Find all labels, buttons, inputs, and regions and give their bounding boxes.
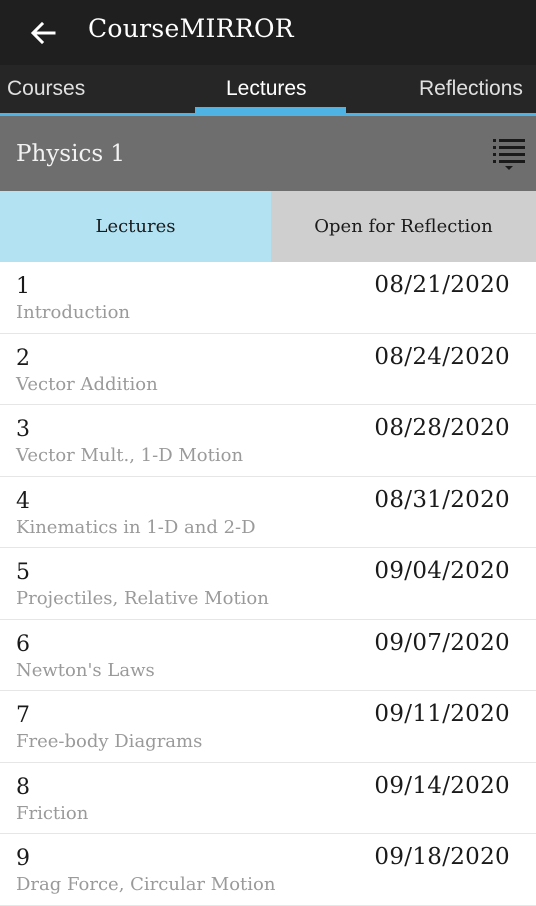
lecture-title: Projectiles, Relative Motion: [16, 588, 269, 609]
lecture-number: 3: [16, 417, 30, 442]
course-title: Physics 1: [16, 140, 126, 167]
lecture-number: 8: [16, 774, 30, 800]
lecture-date: 08/24/2020: [374, 343, 510, 370]
lecture-title: Newton's Laws: [16, 659, 155, 681]
lecture-date: 08/31/2020: [374, 486, 510, 513]
lecture-number: 1: [16, 274, 30, 299]
lecture-date: 08/28/2020: [374, 415, 510, 441]
lecture-number: 9: [16, 846, 30, 871]
list-item[interactable]: 9 09/18/2020 Drag Force, Circular Motion: [0, 834, 536, 906]
lecture-date: 09/11/2020: [374, 701, 510, 727]
list-item[interactable]: 7 09/11/2020 Free-body Diagrams: [0, 691, 536, 763]
active-tab-indicator: [195, 107, 346, 113]
app-title: CourseMIRROR: [88, 14, 294, 43]
lecture-number: 7: [16, 703, 30, 728]
segment-lectures-button[interactable]: Lectures: [0, 191, 271, 262]
back-button[interactable]: [28, 18, 58, 48]
lecture-title: Introduction: [16, 302, 130, 323]
tab-reflections[interactable]: Reflections: [419, 65, 523, 113]
lecture-date: 08/21/2020: [374, 272, 510, 298]
segment-open-reflection-button[interactable]: Open for Reflection: [271, 191, 536, 262]
lecture-title: Kinematics in 1-D and 2-D: [16, 516, 256, 538]
sort-menu-button[interactable]: [493, 136, 525, 172]
lecture-number: 6: [16, 631, 30, 657]
tab-lectures[interactable]: Lectures: [226, 65, 307, 113]
tab-bar: Courses Lectures Reflections: [0, 65, 536, 116]
list-item[interactable]: 3 08/28/2020 Vector Mult., 1-D Motion: [0, 405, 536, 477]
list-item[interactable]: 6 09/07/2020 Newton's Laws: [0, 620, 536, 691]
list-item[interactable]: 8 09/14/2020 Friction: [0, 763, 536, 834]
lecture-title: Vector Addition: [16, 373, 158, 395]
course-header: Physics 1: [0, 116, 536, 191]
lecture-date: 09/18/2020: [374, 844, 510, 870]
lecture-date: 09/07/2020: [374, 629, 510, 656]
lecture-title: Drag Force, Circular Motion: [16, 874, 276, 895]
list-item[interactable]: 4 08/31/2020 Kinematics in 1-D and 2-D: [0, 477, 536, 548]
list-item[interactable]: 5 09/04/2020 Projectiles, Relative Motio…: [0, 548, 536, 620]
app-bar: CourseMIRROR: [0, 0, 536, 65]
list-item[interactable]: 1 08/21/2020 Introduction: [0, 262, 536, 334]
arrow-left-icon: [30, 21, 56, 44]
list-item[interactable]: 2 08/24/2020 Vector Addition: [0, 334, 536, 405]
lecture-number: 4: [16, 488, 30, 514]
list-filter-icon: [493, 138, 525, 170]
lecture-title: Free-body Diagrams: [16, 731, 203, 752]
lecture-title: Vector Mult., 1-D Motion: [16, 445, 244, 466]
lecture-date: 09/04/2020: [374, 558, 510, 584]
lecture-list: 1 08/21/2020 Introduction 2 08/24/2020 V…: [0, 262, 536, 906]
lecture-date: 09/14/2020: [374, 772, 510, 799]
lecture-title: Friction: [16, 802, 89, 824]
lecture-number: 2: [16, 345, 30, 371]
tab-courses[interactable]: Courses: [7, 65, 85, 113]
lecture-number: 5: [16, 560, 30, 585]
lecture-filter-segment: Lectures Open for Reflection: [0, 191, 536, 262]
